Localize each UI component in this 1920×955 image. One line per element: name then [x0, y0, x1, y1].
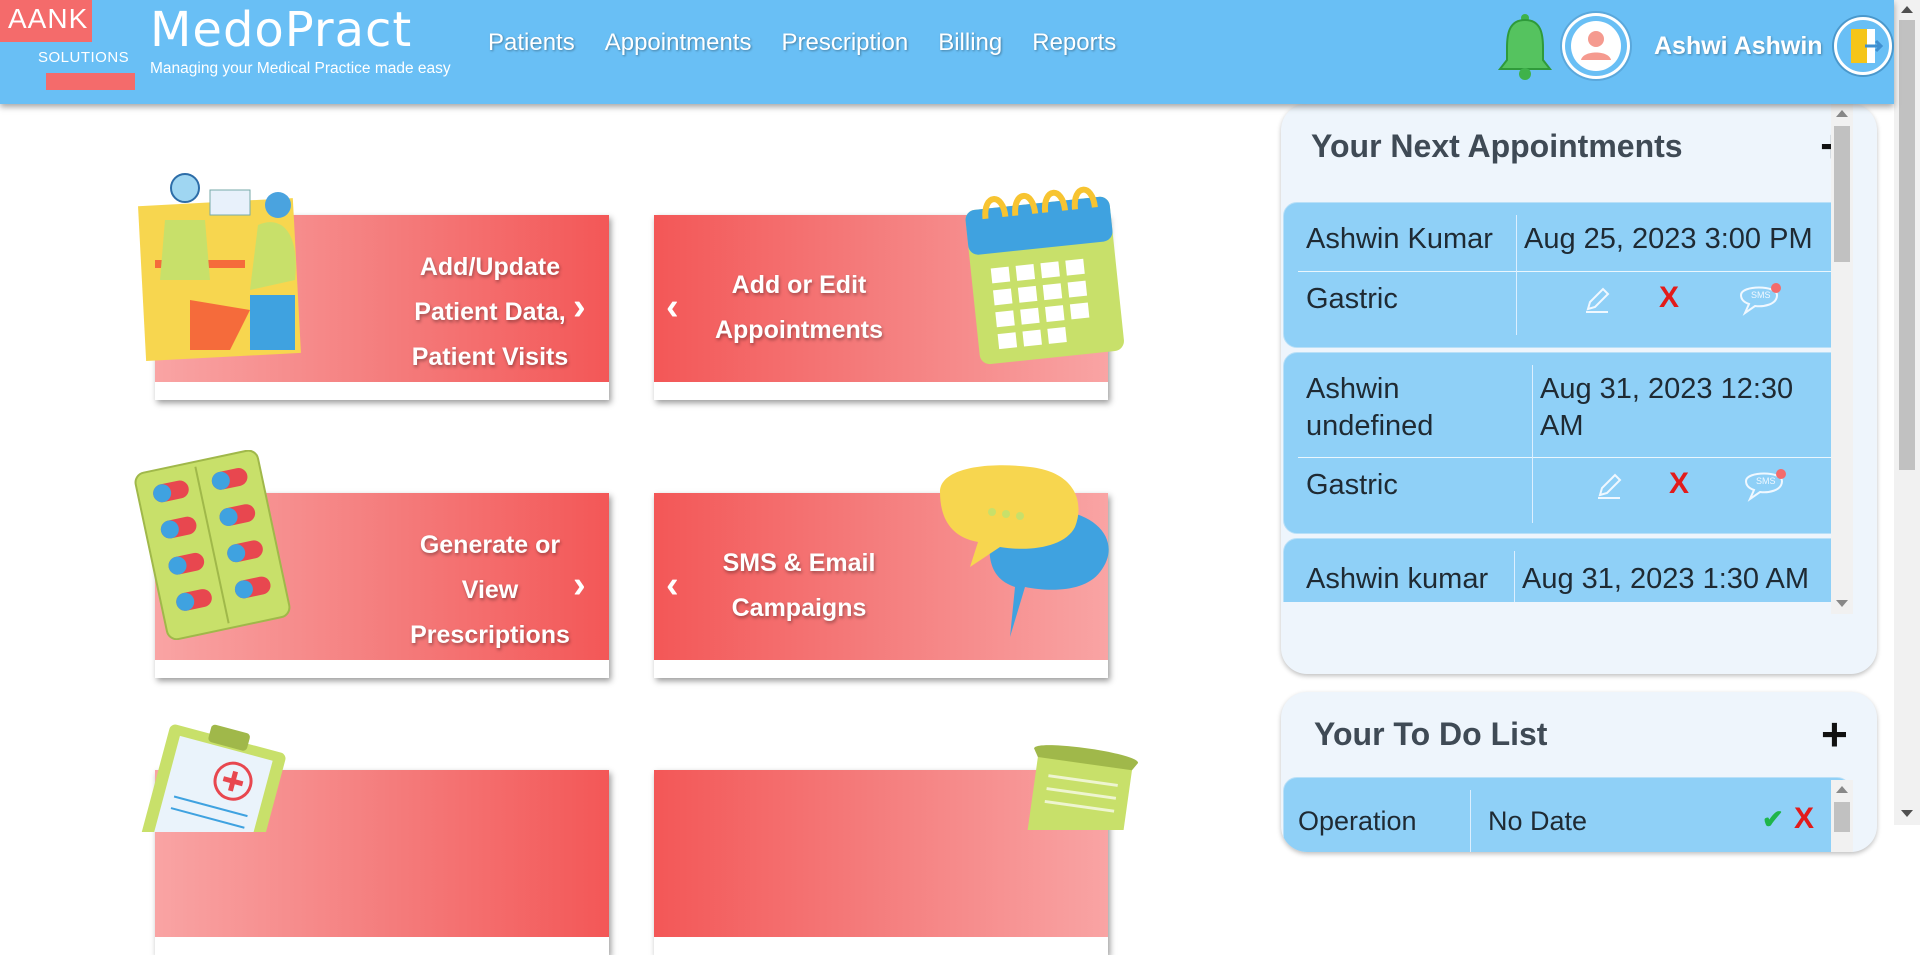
tile-base [155, 937, 609, 955]
delete-appointment-button[interactable]: X [1659, 281, 1679, 315]
sms-label: SMS [1751, 290, 1771, 300]
document-scroll-icon [1023, 745, 1139, 830]
column-divider [1532, 365, 1533, 523]
todo-item[interactable]: Operation No Date ✔ X [1283, 777, 1851, 852]
tile-base [654, 660, 1108, 678]
tile-appointments-label: Add or Edit Appointments [714, 271, 884, 344]
app-title: MedoPract [150, 2, 413, 58]
edit-pencil-icon[interactable] [1582, 285, 1612, 315]
tile-base [155, 660, 609, 678]
nav-billing[interactable]: Billing [938, 29, 1002, 57]
column-divider [1514, 551, 1515, 602]
patient-name: Ashwin kumar [1306, 563, 1489, 595]
complete-todo-check-icon[interactable]: ✔ [1762, 804, 1784, 835]
app-tagline: Managing your Medical Practice made easy [150, 60, 451, 77]
top-header: AANK SOLUTIONS MedoPract Managing your M… [0, 0, 1894, 104]
appointment-datetime: Aug 25, 2023 3:00 PM [1524, 223, 1813, 255]
nav-appointments[interactable]: Appointments [605, 29, 752, 57]
appointment-reason: Gastric [1306, 469, 1398, 501]
nav-prescription[interactable]: Prescription [781, 29, 908, 57]
scroll-thumb[interactable] [1834, 126, 1850, 262]
pills-blister-icon [134, 450, 291, 640]
todo-scrollbar[interactable] [1831, 780, 1853, 852]
next-appointments-title: Your Next Appointments [1311, 128, 1683, 164]
appointment-card[interactable]: Ashwin Kumar Aug 25, 2023 3:00 PM Gastri… [1283, 202, 1851, 348]
logo-red-bar [46, 73, 135, 90]
user-avatar-icon [1571, 21, 1621, 71]
nav-patients[interactable]: Patients [488, 29, 575, 57]
scroll-up-arrow-icon[interactable] [1836, 786, 1848, 793]
tile-base [155, 382, 609, 400]
add-todo-button[interactable]: + [1821, 711, 1848, 757]
calendar-icon [965, 186, 1124, 365]
notification-bell-icon[interactable] [1497, 12, 1553, 80]
sms-reminder-icon[interactable]: SMS [1742, 467, 1790, 503]
page-scroll-up-icon[interactable] [1901, 6, 1913, 13]
user-name[interactable]: Ashwi Ashwin [1654, 32, 1823, 61]
sms-reminder-icon[interactable]: SMS [1737, 281, 1785, 317]
edit-pencil-icon[interactable] [1594, 471, 1624, 501]
appointment-reason: Gastric [1306, 283, 1398, 315]
logo-text-top: AANK [8, 3, 89, 34]
chat-bubbles-icon [940, 465, 1109, 637]
chevron-left-icon: ‹ [666, 285, 679, 328]
todo-task: Operation [1298, 806, 1417, 836]
logout-button[interactable] [1834, 17, 1892, 75]
page-scroll-down-icon[interactable] [1901, 810, 1913, 817]
sms-label: SMS [1756, 476, 1776, 486]
chevron-right-icon: › [573, 563, 586, 606]
todo-panel: Your To Do List + Operation No Date ✔ X [1281, 692, 1877, 852]
todo-title: Your To Do List [1314, 716, 1548, 752]
page-scroll-thumb[interactable] [1899, 20, 1915, 470]
page-scrollbar[interactable] [1894, 0, 1920, 825]
chevron-left-icon: ‹ [666, 563, 679, 606]
appointments-list[interactable]: Ashwin Kumar Aug 25, 2023 3:00 PM Gastri… [1281, 202, 1853, 602]
patient-name: Ashwin Kumar [1306, 223, 1493, 255]
delete-appointment-button[interactable]: X [1669, 467, 1689, 501]
logo-text-bottom: SOLUTIONS [38, 49, 130, 66]
appointment-datetime: Aug 31, 2023 12:30 AM [1540, 373, 1794, 442]
scroll-up-arrow-icon[interactable] [1836, 110, 1848, 117]
delete-todo-button[interactable]: X [1794, 802, 1814, 836]
scroll-thumb[interactable] [1834, 802, 1850, 832]
tile-campaigns-label: SMS & Email Campaigns [722, 549, 876, 622]
column-divider [1516, 215, 1517, 335]
tile-base [654, 937, 1108, 955]
logout-door-icon [1851, 29, 1884, 63]
tile-base [654, 382, 1108, 400]
appointment-card[interactable]: Ashwin undefined Aug 31, 2023 12:30 AM Gas… [1283, 352, 1851, 534]
doctor-patient-illustration-icon [138, 173, 301, 361]
row-divider [1298, 271, 1838, 272]
patient-name: Ashwin undefined [1306, 373, 1434, 442]
row-divider [1298, 457, 1838, 458]
appointment-datetime: Aug 31, 2023 1:30 AM [1522, 563, 1809, 595]
company-logo[interactable]: AANK SOLUTIONS [0, 0, 135, 90]
todo-date: No Date [1488, 806, 1588, 836]
scroll-down-arrow-icon[interactable] [1836, 600, 1848, 607]
next-appointments-panel: Your Next Appointments + Ashwin Kumar Au… [1281, 104, 1877, 674]
user-avatar[interactable] [1562, 13, 1630, 79]
column-divider [1470, 790, 1471, 852]
chevron-right-icon: › [573, 285, 586, 328]
main-nav: Patients Appointments Prescription Billi… [488, 29, 1146, 57]
nav-reports[interactable]: Reports [1032, 29, 1116, 57]
appointment-card[interactable]: Ashwin kumar Aug 31, 2023 1:30 AM [1283, 538, 1851, 602]
appointments-scrollbar[interactable] [1831, 104, 1853, 614]
medical-clipboard-icon [136, 724, 286, 832]
